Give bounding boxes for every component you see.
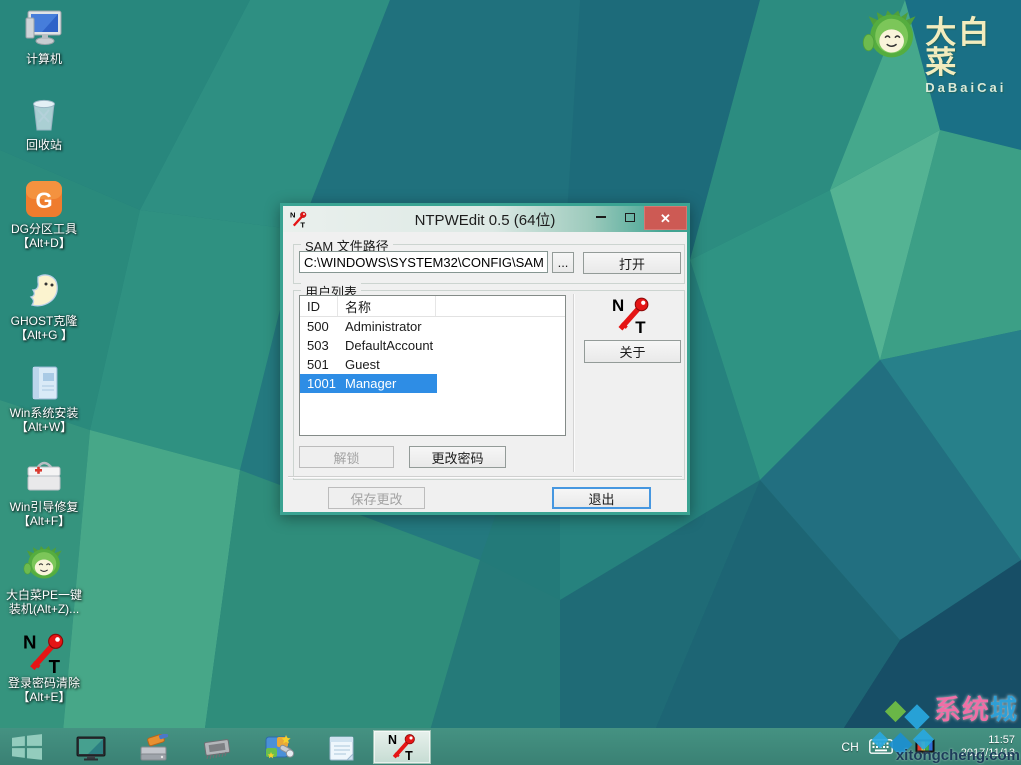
column-header-id: ID [300,296,338,316]
desktop-icon-label: Win引导修复 【Alt+F】 [10,500,79,528]
unlock-button[interactable]: 解锁 [299,446,394,468]
user-list-header: ID 名称 [300,296,565,317]
display-color-icon[interactable] [915,739,935,755]
desktop-icon-label: DG分区工具 【Alt+D】 [11,222,77,250]
start-icon [12,734,42,760]
svg-text:N: N [612,296,624,315]
disk-cleanup-icon [139,734,171,762]
desktop-icon-recycle-bin[interactable]: 回收站 [0,92,88,152]
svg-text:N: N [23,632,36,652]
desktop-icon-label: 回收站 [26,138,62,152]
desktop-icon-label: 大白菜PE一键 装机(Alt+Z)... [6,588,82,616]
user-row-selected[interactable]: 1001 Manager [300,374,437,393]
minimize-button[interactable] [586,206,615,228]
svg-text:N: N [290,211,295,220]
column-header-empty [436,296,565,316]
close-button[interactable]: ✕ [644,206,687,230]
window-icon: N T [290,211,307,228]
save-changes-button[interactable]: 保存更改 [328,487,425,509]
nt-key-icon: N T [23,632,65,674]
horizontal-divider [288,476,682,477]
minimize-icon [596,216,606,218]
diskgenius-icon: G [23,178,65,220]
user-row[interactable]: 500 Administrator [300,317,565,336]
change-password-button[interactable]: 更改密码 [409,446,506,468]
user-row[interactable]: 501 Guest [300,355,565,374]
desktop-icon-label: 登录密码清除 【Alt+E】 [8,676,80,704]
ghost-icon [23,270,65,312]
input-language-indicator[interactable]: CH [841,740,858,754]
desktop-icon-dg-partition[interactable]: G DG分区工具 【Alt+D】 [0,178,88,250]
nt-logo: N T [612,296,650,334]
taskbar-ntpwedit-active[interactable]: N T [373,730,431,764]
desktop-icon-dabaicai-pe[interactable]: 大白菜PE一键 装机(Alt+Z)... [0,544,88,616]
display-tool-icon [76,736,106,762]
desktop-icon-boot-repair[interactable]: Win引导修复 【Alt+F】 [0,454,88,528]
maximize-button[interactable] [615,206,644,228]
user-id: 1001 [300,376,338,391]
taskbar: N T CH [0,728,1021,765]
taskbar-notepad[interactable] [324,732,358,762]
svg-text:T: T [405,749,413,761]
svg-text:G: G [35,188,52,213]
user-list[interactable]: ID 名称 500 Administrator 503 DefaultAccou… [299,295,566,436]
memory-chip-icon [201,736,233,762]
svg-text:N: N [388,733,397,747]
svg-text:T: T [635,318,646,334]
sam-path-input[interactable] [299,251,548,273]
dabaicai-mascot-icon [862,6,921,66]
repair-kit-icon [22,454,66,498]
svg-text:T: T [49,656,61,674]
user-id: 503 [300,338,338,353]
desktop-icon-label: Win系统安装 【Alt+W】 [10,406,79,434]
tray-date: 2017/11/13 [961,747,1015,760]
desktop-icon-label: 计算机 [26,52,62,66]
recycle-bin-icon [22,92,66,136]
tray-clock[interactable]: 11:57 2017/11/13 [961,734,1015,760]
user-name: Administrator [338,319,422,334]
software-box-icon [23,362,65,404]
user-id: 501 [300,357,338,372]
about-button[interactable]: 关于 [584,340,681,363]
nt-key-icon: N T [388,733,416,761]
taskbar-memory-tool[interactable] [200,732,234,762]
user-name: Guest [338,357,380,372]
tray-time: 11:57 [961,734,1015,747]
taskbar-display-tool[interactable] [74,732,108,762]
desktop-icon-password-clear[interactable]: N T 登录密码清除 【Alt+E】 [0,632,88,704]
window-titlebar[interactable]: N T NTPWEdit 0.5 (64位) ✕ [283,206,687,232]
vertical-divider [573,294,574,472]
image-tool-icon [263,734,295,762]
exit-button[interactable]: 退出 [552,487,651,509]
desktop-icon-computer[interactable]: 计算机 [0,6,88,66]
user-row[interactable]: 503 DefaultAccount [300,336,565,355]
ntpwedit-window: N T NTPWEdit 0.5 (64位) ✕ SAM 文件路径 ... 打开… [280,203,690,515]
close-icon: ✕ [660,212,671,225]
desktop-icon-label: GHOST克隆 【Alt+G 】 [11,314,78,342]
maximize-icon [625,213,635,222]
start-button[interactable] [0,728,54,765]
taskbar-image-tool[interactable] [262,732,296,762]
cabbage-icon [22,544,66,586]
desktop-icon-win-install[interactable]: Win系统安装 【Alt+W】 [0,362,88,434]
dabaicai-brand: 大白菜 DaBaiCai [862,6,1017,76]
user-id: 500 [300,319,338,334]
open-button[interactable]: 打开 [583,252,681,274]
brand-subtitle: DaBaiCai [925,80,1017,95]
column-header-name: 名称 [338,296,436,316]
brand-title: 大白菜 [925,18,1017,78]
svg-text:T: T [300,220,305,227]
user-name: DefaultAccount [338,338,433,353]
system-tray: CH [841,728,1021,765]
desktop-icon-ghost-clone[interactable]: GHOST克隆 【Alt+G 】 [0,270,88,342]
computer-icon [22,6,66,50]
touch-keyboard-icon[interactable] [869,739,893,754]
user-name: Manager [338,376,396,391]
taskbar-disk-tool[interactable] [138,732,172,762]
notepad-icon [326,734,356,762]
browse-button[interactable]: ... [552,252,574,273]
